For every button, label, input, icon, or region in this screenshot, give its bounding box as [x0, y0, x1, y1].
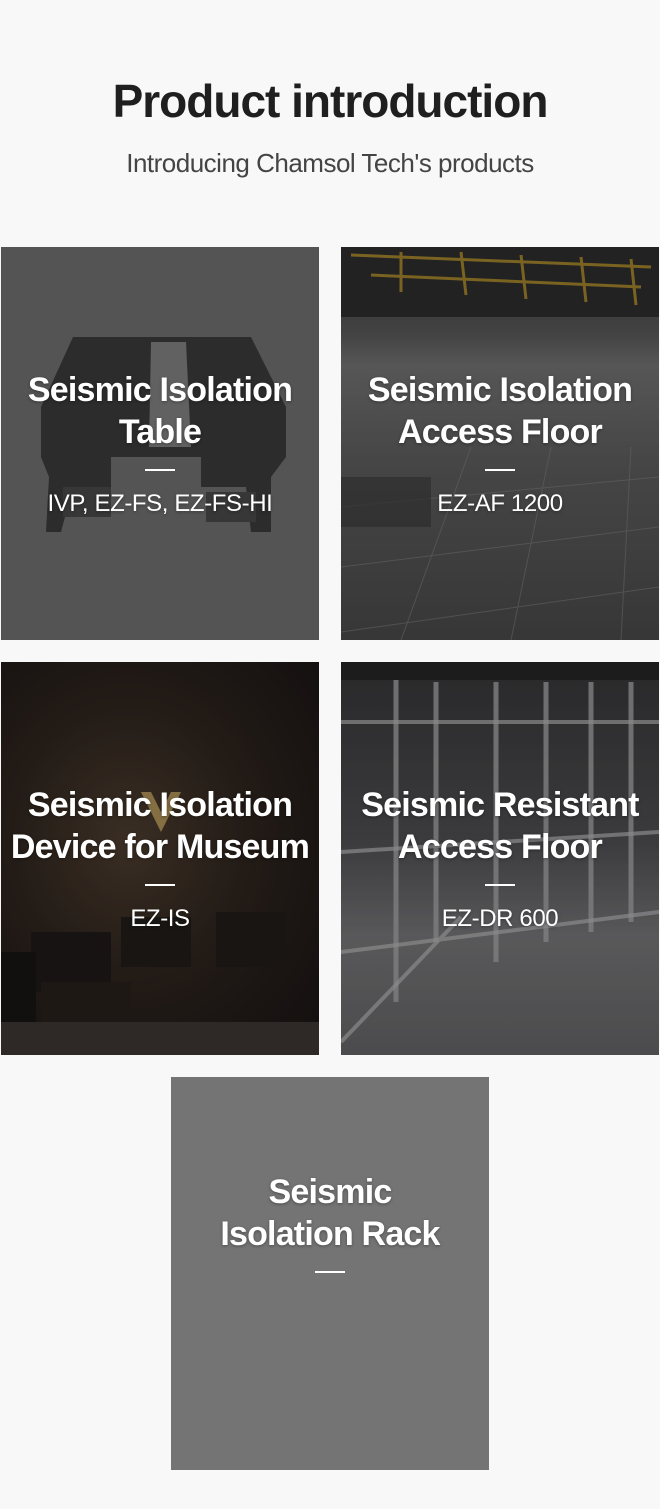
- product-model-code: EZ-DR 600: [441, 904, 559, 932]
- product-card-seismic-isolation-table[interactable]: Seismic Isolation Table IVP, EZ-FS, EZ-F…: [1, 247, 319, 640]
- product-card-seismic-isolation-access-floor[interactable]: Seismic Isolation Access Floor EZ-AF 120…: [341, 247, 659, 640]
- product-title: Seismic Isolation Device for Museum: [10, 785, 310, 866]
- title-divider: [485, 883, 515, 886]
- product-model-code: IVP, EZ-FS, EZ-FS-HI: [47, 489, 273, 517]
- title-divider: [485, 468, 515, 471]
- product-card-seismic-isolation-museum-device[interactable]: Seismic Isolation Device for Museum EZ-I…: [1, 662, 319, 1055]
- product-title: Seismic Isolation Table: [27, 370, 293, 451]
- product-title: Seismic Isolation Access Floor: [367, 370, 633, 451]
- product-title: Seismic Isolation Rack: [220, 1173, 440, 1253]
- section-header: Product introduction Introducing Chamsol…: [0, 0, 660, 180]
- product-card-seismic-resistant-access-floor[interactable]: Seismic Resistant Access Floor EZ-DR 600: [341, 662, 659, 1055]
- product-card-seismic-isolation-rack[interactable]: Seismic Isolation Rack: [171, 1077, 489, 1470]
- product-title: Seismic Resistant Access Floor: [361, 785, 639, 866]
- product-model-code: EZ-AF 1200: [437, 489, 563, 517]
- title-divider: [315, 1271, 345, 1273]
- product-model-code: EZ-IS: [130, 904, 190, 932]
- title-divider: [145, 468, 175, 471]
- page-title: Product introduction: [112, 75, 549, 127]
- title-divider: [145, 883, 175, 886]
- page-subtitle: Introducing Chamsol Tech's products: [126, 148, 534, 178]
